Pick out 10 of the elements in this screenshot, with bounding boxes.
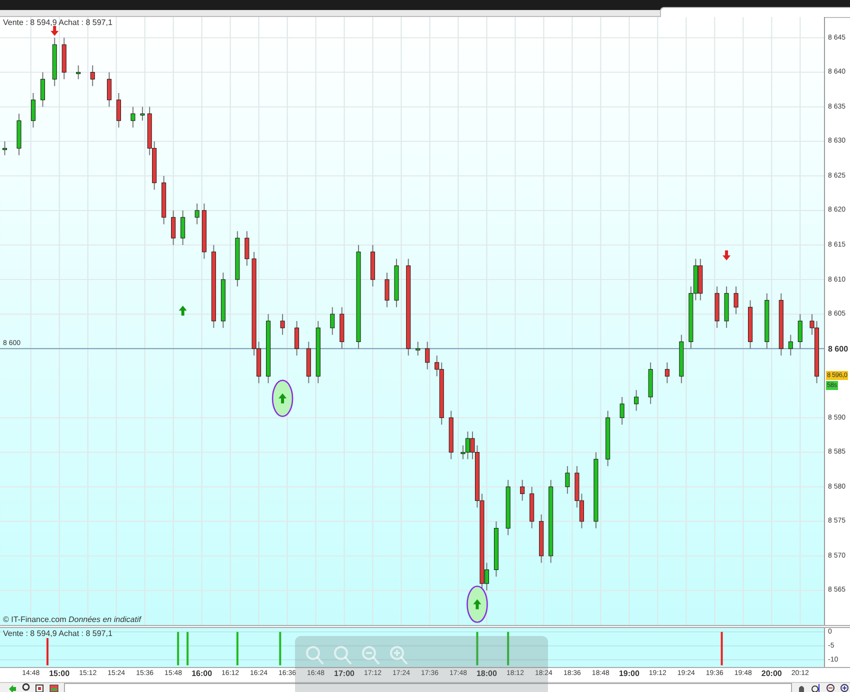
price-label: 8 600 — [828, 344, 848, 354]
time-label: 17:00 — [334, 669, 354, 678]
copyright-note: © IT-Finance.com Données en indicatif — [3, 615, 141, 624]
time-label: 20:00 — [761, 669, 782, 678]
time-label: 15:00 — [49, 669, 70, 678]
time-label: 19:00 — [618, 669, 640, 678]
time-label: 16:00 — [192, 669, 212, 678]
bid-ask-label: Vente : 8 594,9 Achat : 8 597,1 — [3, 629, 112, 638]
bid-ask-label: Vente : 8 594,9 Achat : 8 597,1 — [3, 18, 112, 27]
time-label: 18:00 — [476, 669, 497, 678]
